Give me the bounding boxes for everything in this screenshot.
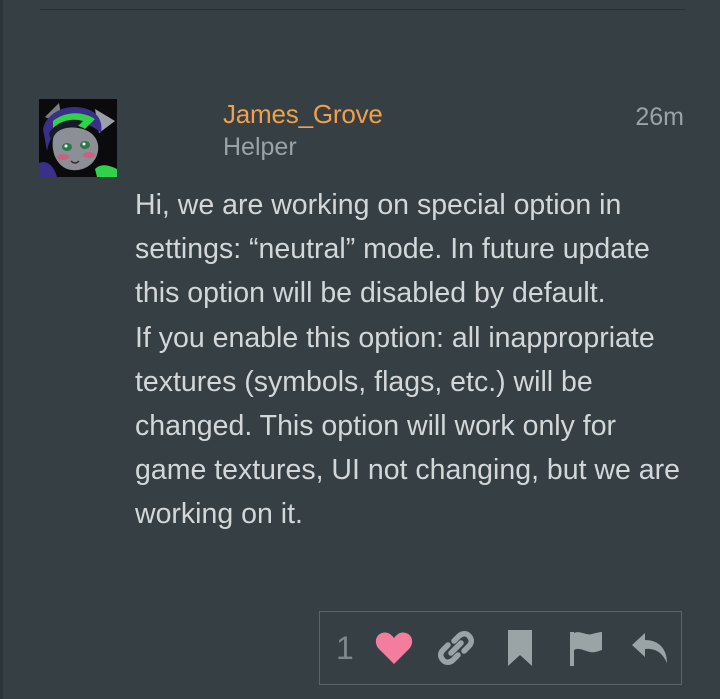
bookmark-button[interactable] <box>500 628 540 668</box>
heart-icon <box>375 632 413 664</box>
like-count: 1 <box>336 630 354 666</box>
flag-icon <box>570 632 602 666</box>
link-icon <box>438 631 474 665</box>
author-title: Helper <box>223 133 297 161</box>
reply-icon <box>632 633 667 663</box>
avatar[interactable] <box>39 99 117 177</box>
permalink-button[interactable] <box>436 628 476 668</box>
bookmark-icon <box>508 630 532 666</box>
post-actions: 1 <box>319 611 682 685</box>
reply-button[interactable] <box>630 628 670 668</box>
like-button[interactable] <box>374 628 414 668</box>
post-timestamp[interactable]: 26m <box>635 102 684 132</box>
flag-button[interactable] <box>566 628 606 668</box>
forum-post: James_Grove Helper 26m Hi, we are workin… <box>0 0 720 699</box>
post-paragraph: Hi, we are working on special option in … <box>135 189 650 310</box>
post-body: Hi, we are working on special option in … <box>135 183 695 537</box>
post-paragraph: If you enable this option: all inappropr… <box>135 321 680 531</box>
avatar-image <box>39 99 117 177</box>
author-name[interactable]: James_Grove <box>223 98 383 130</box>
